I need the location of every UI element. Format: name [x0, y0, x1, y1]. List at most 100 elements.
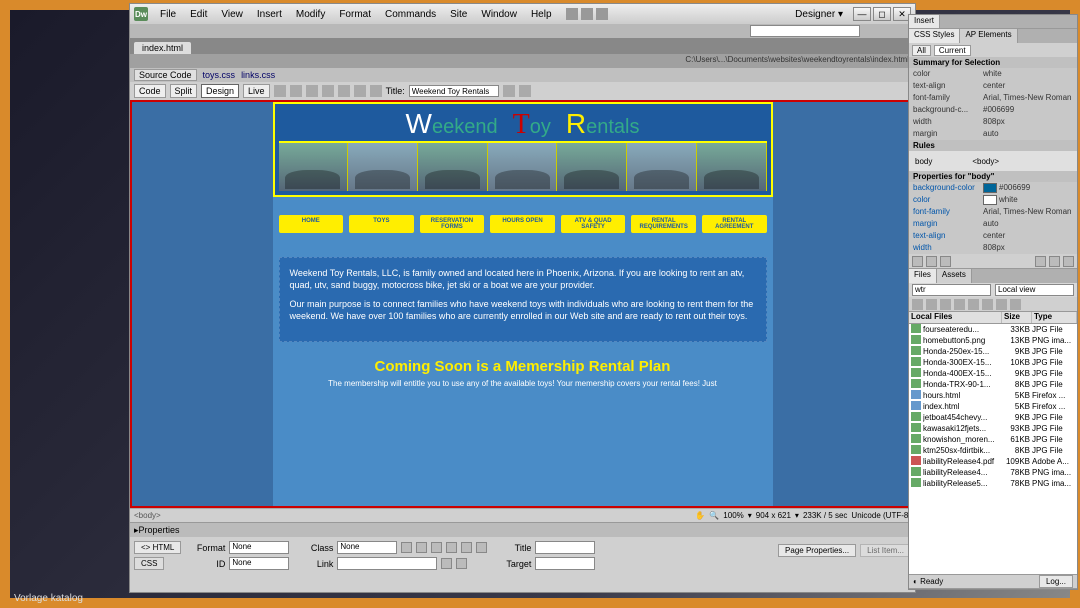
nav-safety[interactable]: ATV & QUAD SAFETY — [561, 215, 626, 233]
col-type[interactable]: Type — [1032, 312, 1077, 323]
insert-panel-tab[interactable]: Insert — [909, 15, 940, 28]
css-current-button[interactable]: Current — [934, 45, 971, 56]
view-split-button[interactable]: Split — [170, 84, 198, 98]
view-code-button[interactable]: Code — [134, 84, 166, 98]
file-row[interactable]: fourseateredu...33KBJPG File — [909, 324, 1077, 335]
zoom-tool-icon[interactable]: 🔍 — [709, 511, 719, 520]
tool-icon[interactable] — [519, 85, 531, 97]
file-row[interactable]: ktm250sx-fdirtbik...8KBJPG File — [909, 445, 1077, 456]
list-ol-icon[interactable] — [446, 542, 457, 553]
list-ul-icon[interactable] — [431, 542, 442, 553]
expand-icon[interactable] — [1010, 299, 1021, 310]
view-select[interactable]: Local view — [995, 284, 1074, 296]
log-button[interactable]: Log... — [1039, 575, 1073, 588]
related-file-link[interactable]: toys.css — [203, 70, 236, 80]
tool-icon[interactable] — [370, 85, 382, 97]
page-title-input[interactable] — [409, 85, 499, 97]
site-select[interactable]: wtr — [912, 284, 991, 296]
connect-icon[interactable] — [912, 299, 923, 310]
format-select[interactable]: None — [229, 541, 289, 554]
file-row[interactable]: liabilityRelease5...78KBPNG ima... — [909, 478, 1077, 489]
menu-file[interactable]: File — [154, 8, 182, 21]
file-row[interactable]: index.html5KBFirefox ... — [909, 401, 1077, 412]
menu-view[interactable]: View — [215, 8, 249, 21]
html-mode-button[interactable]: <> HTML — [134, 541, 181, 554]
maximize-button[interactable]: ◻ — [873, 7, 891, 21]
files-list[interactable]: fourseateredu...33KBJPG Filehomebutton5.… — [909, 324, 1077, 574]
css-mode-button[interactable]: CSS — [134, 557, 164, 570]
properties-title[interactable]: Properties — [130, 523, 915, 537]
zoom-value[interactable]: 100% — [723, 511, 743, 520]
layout-icon[interactable] — [581, 8, 593, 20]
css-tool-icon[interactable] — [926, 256, 937, 267]
ap-elements-tab[interactable]: AP Elements — [960, 29, 1017, 43]
add-rule-icon[interactable] — [1035, 256, 1046, 267]
minimize-button[interactable]: — — [853, 7, 871, 21]
point-to-file-icon[interactable] — [441, 558, 452, 569]
file-row[interactable]: liabilityRelease4.pdf109KBAdobe A... — [909, 456, 1077, 467]
tool-icon[interactable] — [338, 85, 350, 97]
tool-icon[interactable] — [306, 85, 318, 97]
indent-icon[interactable] — [476, 542, 487, 553]
browse-folder-icon[interactable] — [456, 558, 467, 569]
col-size[interactable]: Size — [1002, 312, 1032, 323]
tool-icon[interactable] — [503, 85, 515, 97]
hand-tool-icon[interactable]: ✋ — [695, 511, 705, 520]
file-row[interactable]: kawasaki12fjets...93KBJPG File — [909, 423, 1077, 434]
css-tool-icon[interactable] — [940, 256, 951, 267]
file-row[interactable]: Honda-300EX-15...10KBJPG File — [909, 357, 1077, 368]
bold-icon[interactable] — [401, 542, 412, 553]
nav-agreement[interactable]: RENTAL AGREEMENT — [702, 215, 767, 233]
file-row[interactable]: liabilityRelease4...78KBPNG ima... — [909, 467, 1077, 478]
menu-format[interactable]: Format — [333, 8, 377, 21]
nav-home[interactable]: HOME — [279, 215, 344, 233]
file-row[interactable]: Honda-TRX-90-1...8KBJPG File — [909, 379, 1077, 390]
file-row[interactable]: jetboat454chevy...9KBJPG File — [909, 412, 1077, 423]
source-code-button[interactable]: Source Code — [134, 69, 197, 81]
file-row[interactable]: hours.html5KBFirefox ... — [909, 390, 1077, 401]
checkout-icon[interactable] — [968, 299, 979, 310]
id-select[interactable]: None — [229, 557, 289, 570]
sync-icon[interactable] — [996, 299, 1007, 310]
title-attr-input[interactable] — [535, 541, 595, 554]
view-design-button[interactable]: Design — [201, 84, 239, 98]
layout-icon[interactable] — [566, 8, 578, 20]
menu-commands[interactable]: Commands — [379, 8, 442, 21]
put-icon[interactable] — [954, 299, 965, 310]
workspace-dropdown[interactable]: Designer ▾ — [791, 8, 847, 21]
trash-icon[interactable] — [1063, 256, 1074, 267]
related-file-link[interactable]: links.css — [241, 70, 275, 80]
outdent-icon[interactable] — [461, 542, 472, 553]
nav-requirements[interactable]: RENTAL REQUIREMENTS — [631, 215, 696, 233]
col-name[interactable]: Local Files — [909, 312, 1002, 323]
tool-icon[interactable] — [290, 85, 302, 97]
tool-icon[interactable] — [322, 85, 334, 97]
file-row[interactable]: homebutton5.png13KBPNG ima... — [909, 335, 1077, 346]
menu-modify[interactable]: Modify — [290, 8, 331, 21]
italic-icon[interactable] — [416, 542, 427, 553]
file-row[interactable]: Honda-400EX-15...9KBJPG File — [909, 368, 1077, 379]
assets-tab[interactable]: Assets — [937, 269, 972, 283]
page-properties-button[interactable]: Page Properties... — [778, 544, 856, 557]
css-all-button[interactable]: All — [912, 45, 931, 56]
refresh-icon[interactable] — [926, 299, 937, 310]
nav-toys[interactable]: TOYS — [349, 215, 414, 233]
nav-reservation[interactable]: RESERVATION FORMS — [420, 215, 485, 233]
design-view[interactable]: Weekend Toy Rentals — [130, 100, 915, 508]
menu-window[interactable]: Window — [475, 8, 523, 21]
file-row[interactable]: knowishon_moren...61KBJPG File — [909, 434, 1077, 445]
nav-hours[interactable]: HOURS OPEN — [490, 215, 555, 233]
tag-path[interactable]: <body> — [134, 511, 161, 520]
tool-icon[interactable] — [354, 85, 366, 97]
target-select[interactable] — [535, 557, 595, 570]
file-row[interactable]: Honda-250ex-15...9KBJPG File — [909, 346, 1077, 357]
css-tool-icon[interactable] — [912, 256, 923, 267]
menu-help[interactable]: Help — [525, 8, 558, 21]
class-select[interactable]: None — [337, 541, 397, 554]
files-tab[interactable]: Files — [909, 269, 937, 283]
doc-tab-index[interactable]: index.html — [134, 42, 191, 54]
checkin-icon[interactable] — [982, 299, 993, 310]
search-input[interactable] — [750, 25, 860, 37]
link-css-icon[interactable] — [1049, 256, 1060, 267]
rules-row[interactable]: body <body> — [909, 151, 1077, 171]
